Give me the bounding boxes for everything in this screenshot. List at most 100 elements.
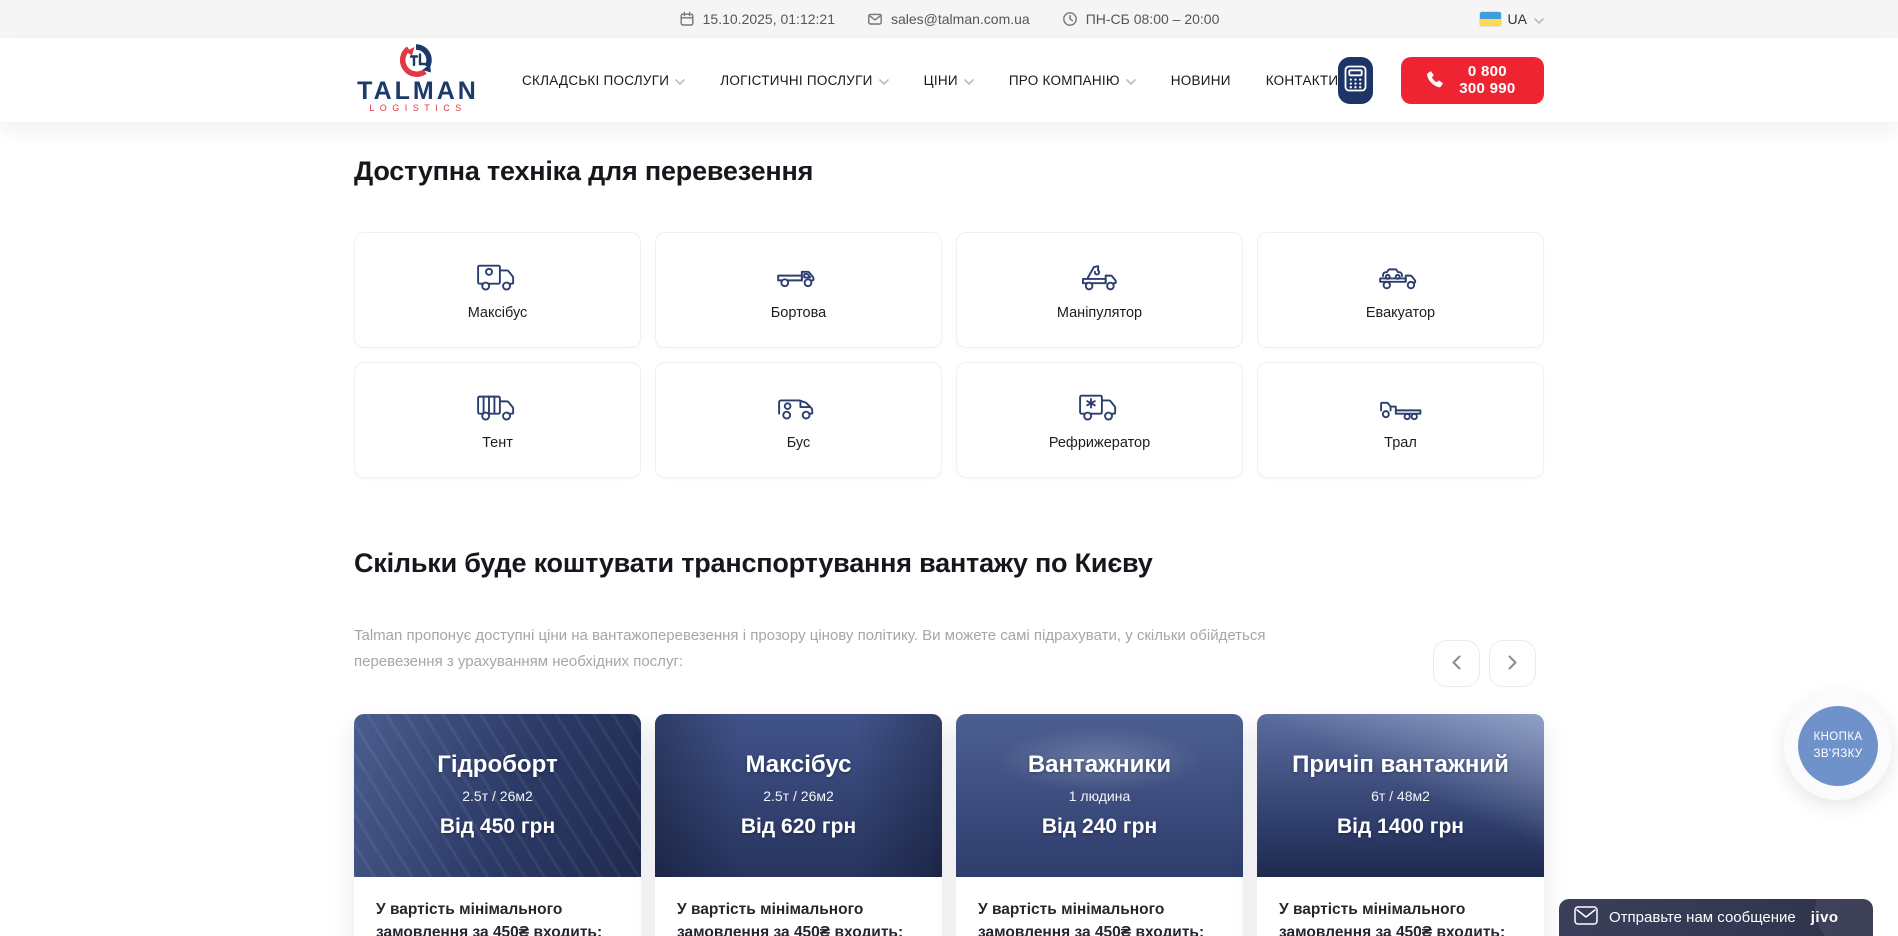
working-hours: ПН-СБ 08:00 – 20:00 bbox=[1062, 11, 1220, 27]
price-card-price: Від 450 грн bbox=[440, 815, 555, 839]
price-card-price: Від 620 грн bbox=[741, 815, 856, 839]
van-icon bbox=[773, 390, 825, 426]
language-selector[interactable]: UA bbox=[1480, 11, 1544, 27]
datetime-text: 15.10.2025, 01:12:21 bbox=[703, 11, 835, 27]
vehicle-card[interactable]: Маніпулятор bbox=[956, 232, 1243, 348]
pricing-title: Скільки буде коштувати транспортування в… bbox=[354, 548, 1544, 579]
logo[interactable]: TALMAN LOGISTICS bbox=[354, 41, 482, 120]
calendar-icon bbox=[679, 11, 695, 27]
chevron-left-icon bbox=[1452, 655, 1461, 673]
price-card-price: Від 240 грн bbox=[1042, 815, 1157, 839]
nav-item[interactable]: КОНТАКТИ bbox=[1266, 73, 1339, 88]
hours-text: ПН-СБ 08:00 – 20:00 bbox=[1086, 11, 1220, 27]
price-card: Вантажники 1 людина Від 240 грн У вартіс… bbox=[956, 714, 1243, 936]
vehicle-card[interactable]: Рефрижератор bbox=[956, 362, 1243, 478]
nav-item-label: КОНТАКТИ bbox=[1266, 73, 1339, 88]
nav-item-label: ПРО КОМПАНІЮ bbox=[1009, 73, 1120, 88]
price-card-photo: Гідроборт 2.5т / 26м2 Від 450 грн bbox=[354, 714, 641, 877]
flatbed-truck-icon bbox=[773, 260, 825, 296]
price-card-includes: У вартість мінімального замовлення за 45… bbox=[354, 877, 641, 936]
crane-truck-icon bbox=[1074, 260, 1126, 296]
vehicle-label: Трал bbox=[1384, 435, 1417, 451]
vehicle-label: Рефрижератор bbox=[1049, 435, 1150, 451]
vehicle-card[interactable]: Максібус bbox=[354, 232, 641, 348]
chevron-down-icon bbox=[964, 73, 974, 88]
carousel-next-button[interactable] bbox=[1489, 640, 1536, 687]
datetime: 15.10.2025, 01:12:21 bbox=[679, 11, 835, 27]
chevron-right-icon bbox=[1508, 655, 1517, 673]
refrigerator-truck-icon bbox=[1074, 390, 1126, 426]
carousel-nav bbox=[1433, 640, 1536, 687]
vehicle-label: Тент bbox=[482, 435, 513, 451]
price-card-spec: 2.5т / 26м2 bbox=[462, 788, 533, 804]
carousel-prev-button[interactable] bbox=[1433, 640, 1480, 687]
box-truck-icon bbox=[472, 260, 524, 296]
trawl-truck-icon bbox=[1375, 390, 1427, 426]
email[interactable]: sales@talman.com.ua bbox=[867, 11, 1030, 27]
price-card: Максібус 2.5т / 26м2 Від 620 грн У варті… bbox=[655, 714, 942, 936]
tow-truck-icon bbox=[1375, 260, 1427, 296]
nav-item-label: СКЛАДСЬКІ ПОСЛУГИ bbox=[522, 73, 669, 88]
price-card: Причіп вантажний 6т / 48м2 Від 1400 грн … bbox=[1257, 714, 1544, 936]
nav-item[interactable]: СКЛАДСЬКІ ПОСЛУГИ bbox=[522, 73, 685, 88]
calculator-icon bbox=[1344, 65, 1367, 95]
calculator-button[interactable] bbox=[1338, 57, 1372, 104]
chat-message: Отправьте нам сообщение bbox=[1609, 909, 1796, 926]
price-card-photo: Максібус 2.5т / 26м2 Від 620 грн bbox=[655, 714, 942, 877]
vehicle-card[interactable]: Тент bbox=[354, 362, 641, 478]
price-card-includes: У вартість мінімального замовлення за 45… bbox=[956, 877, 1243, 936]
chevron-down-icon bbox=[675, 73, 685, 88]
phone-button[interactable]: 0 800 300 990 bbox=[1401, 57, 1544, 104]
clock-icon bbox=[1062, 11, 1078, 27]
price-card-spec: 6т / 48м2 bbox=[1371, 788, 1430, 804]
topbar: 15.10.2025, 01:12:21 sales@talman.com.ua… bbox=[0, 0, 1898, 38]
price-card-price: Від 1400 грн bbox=[1337, 815, 1464, 839]
vehicle-card[interactable]: Трал bbox=[1257, 362, 1544, 478]
phone-number: 0 800 300 990 bbox=[1455, 63, 1520, 97]
price-card-photo: Причіп вантажний 6т / 48м2 Від 1400 грн bbox=[1257, 714, 1544, 877]
price-card-spec: 1 людина bbox=[1069, 788, 1131, 804]
price-card-title: Максібус bbox=[746, 751, 852, 779]
vehicle-label: Максібус bbox=[468, 305, 528, 321]
price-card-photo: Вантажники 1 людина Від 240 грн bbox=[956, 714, 1243, 877]
flag-ua-icon bbox=[1480, 12, 1501, 26]
price-card: Гідроборт 2.5т / 26м2 Від 450 грн У варт… bbox=[354, 714, 641, 936]
price-card-title: Причіп вантажний bbox=[1292, 751, 1509, 779]
vehicles-section: Доступна техніка для перевезення Максібу… bbox=[354, 156, 1544, 478]
nav-item[interactable]: ЛОГІСТИЧНІ ПОСЛУГИ bbox=[720, 73, 888, 88]
envelope-chat-icon bbox=[1574, 906, 1598, 930]
price-card-spec: 2.5т / 26м2 bbox=[763, 788, 834, 804]
logo-subtitle: LOGISTICS bbox=[369, 103, 467, 113]
vehicle-label: Маніпулятор bbox=[1057, 305, 1142, 321]
vehicles-title: Доступна техніка для перевезення bbox=[354, 156, 1544, 187]
email-text: sales@talman.com.ua bbox=[891, 11, 1030, 27]
phone-icon bbox=[1425, 69, 1444, 92]
nav-item[interactable]: НОВИНИ bbox=[1171, 73, 1231, 88]
nav-item-label: ЛОГІСТИЧНІ ПОСЛУГИ bbox=[720, 73, 872, 88]
nav-item-label: НОВИНИ bbox=[1171, 73, 1231, 88]
envelope-icon bbox=[867, 11, 883, 27]
chevron-down-icon bbox=[1126, 73, 1136, 88]
language-code: UA bbox=[1508, 11, 1527, 27]
chevron-down-icon bbox=[879, 73, 889, 88]
vehicle-label: Евакуатор bbox=[1366, 305, 1435, 321]
price-card-title: Гідроборт bbox=[437, 751, 557, 779]
feedback-button[interactable]: КНОПКАЗВ'ЯЗКУ bbox=[1784, 692, 1892, 800]
vehicle-card[interactable]: Бус bbox=[655, 362, 942, 478]
price-card-includes: У вартість мінімального замовлення за 45… bbox=[655, 877, 942, 936]
vehicle-card[interactable]: Евакуатор bbox=[1257, 232, 1544, 348]
pricing-description: Talman пропонує доступні ціни на вантажо… bbox=[354, 623, 1289, 676]
tent-truck-icon bbox=[472, 390, 524, 426]
feedback-button-label: КНОПКАЗВ'ЯЗКУ bbox=[1798, 706, 1878, 786]
jivo-logo: jivo bbox=[1811, 909, 1839, 926]
chat-widget[interactable]: Отправьте нам сообщение jivo bbox=[1559, 899, 1873, 936]
nav-item[interactable]: ЦІНИ bbox=[924, 73, 974, 88]
vehicle-grid: Максібус Бортова Маніпулятор Евакуатор Т… bbox=[354, 232, 1544, 478]
nav-item-label: ЦІНИ bbox=[924, 73, 958, 88]
vehicle-card[interactable]: Бортова bbox=[655, 232, 942, 348]
logo-title: TALMAN bbox=[357, 77, 479, 105]
chevron-down-icon bbox=[1534, 11, 1544, 27]
main-nav: СКЛАДСЬКІ ПОСЛУГИ ЛОГІСТИЧНІ ПОСЛУГИ ЦІН… bbox=[522, 73, 1338, 88]
nav-item[interactable]: ПРО КОМПАНІЮ bbox=[1009, 73, 1136, 88]
price-card-carousel: Гідроборт 2.5т / 26м2 Від 450 грн У варт… bbox=[354, 714, 1544, 936]
